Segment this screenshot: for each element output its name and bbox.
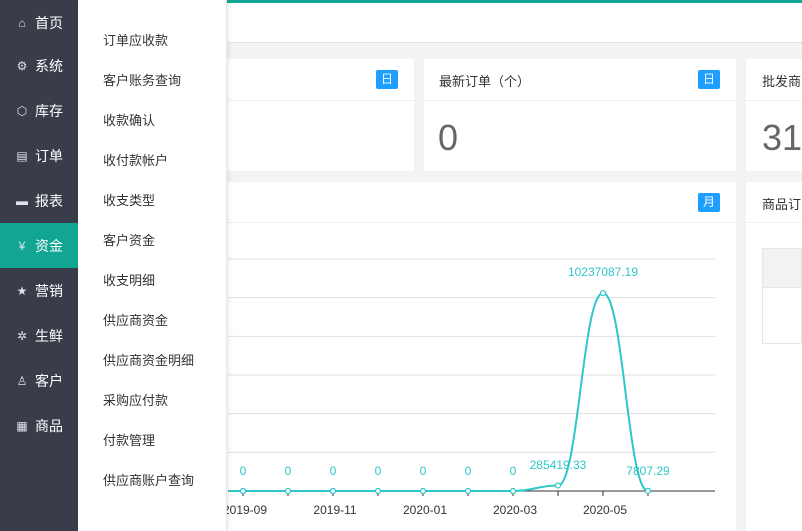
monitor-icon: ▬ [16,193,28,208]
sidebar-item-label: 报表 [35,192,63,209]
submenu-item[interactable]: 收支类型 [103,190,155,209]
sidebar-item-yen[interactable]: ¥ 资金 [0,223,78,268]
sidebar-item-monitor[interactable]: ▬ 报表 [0,178,78,223]
product-orders-title: 商品订 [762,197,802,212]
submenu-item[interactable]: 客户账务查询 [103,70,181,89]
sidebar-item-gear[interactable]: ⚙ 系统 [0,43,78,88]
submenu-item[interactable]: 供应商资金 [103,310,168,329]
sidebar-item-star[interactable]: ★ 营销 [0,268,78,313]
submenu-item[interactable]: 客户资金 [103,230,155,249]
sidebar-item-label: 营销 [35,282,63,299]
star-icon: ★ [16,283,28,298]
sidebar-item-cube[interactable]: ⬡ 库存 [0,88,78,133]
sidebar-item-user[interactable]: ♙ 客户 [0,358,78,403]
latest-orders-title: 最新订单（个） [439,74,531,89]
sidebar-item-document[interactable]: ▤ 订单 [0,133,78,178]
submenu-item[interactable]: 供应商账户查询 [103,470,194,489]
submenu-item[interactable]: 收付款帐户 [103,150,168,169]
period-month-badge[interactable]: 月 [698,193,720,212]
submenu-item[interactable]: 收款确认 [103,110,155,129]
sidebar-item-label: 系统 [35,57,63,74]
document-icon: ▤ [16,148,28,163]
chart-card: 月 [227,182,736,531]
latest-orders-value: 0 [438,117,459,158]
product-orders-card: 商品订 [746,182,802,531]
product-table-header [762,248,802,288]
user-icon: ♙ [16,373,28,388]
submenu-item[interactable]: 付款管理 [103,430,155,449]
period-day-badge[interactable]: 日 [698,70,720,89]
submenu-item[interactable]: 订单应收款 [103,30,168,49]
product-table-row [762,288,802,344]
period-day-badge[interactable]: 日 [376,70,398,89]
cube-icon: ⬡ [16,103,28,118]
sidebar-item-leaf[interactable]: ✲ 生鲜 [0,313,78,358]
grid-icon: ▦ [16,418,28,433]
wholesale-card: 批发商 31 [746,59,802,171]
top-header [227,3,802,43]
submenu-item[interactable]: 供应商资金明细 [103,350,194,369]
submenu-item[interactable]: 收支明细 [103,270,155,289]
wholesale-value: 31 [762,117,802,158]
submenu-item[interactable]: 采购应付款 [103,390,168,409]
sidebar: ⌂ 首页 ⚙ 系统 ⬡ 库存 ▤ 订单 ▬ 报表 ¥ 资金 ★ 营销 ✲ 生鲜 ♙ 客户 ▦ 商品 [0,0,78,531]
sidebar-item-label: 客户 [35,372,63,389]
gear-icon: ⚙ [16,58,28,73]
yen-icon: ¥ [18,238,26,253]
sidebar-item-home[interactable]: ⌂ 首页 [0,0,78,45]
sidebar-item-label: 商品 [35,417,63,434]
leaf-icon: ✲ [16,328,28,343]
stats-card-1: 日 [227,59,414,171]
wholesale-title: 批发商 [762,74,802,89]
sidebar-item-label: 资金 [35,237,63,254]
sidebar-item-label: 首页 [35,14,63,31]
funds-submenu: 订单应收款客户账务查询 收款确认收付款帐户收支类型客户资金收支明细供应商资金供应商… [78,0,227,531]
sidebar-item-label: 库存 [35,102,63,119]
sidebar-item-label: 订单 [35,147,63,164]
sidebar-item-label: 生鲜 [35,327,63,344]
home-icon: ⌂ [18,15,26,30]
latest-orders-card: 最新订单（个） 日 0 [424,59,736,171]
sidebar-item-grid[interactable]: ▦ 商品 [0,403,78,448]
